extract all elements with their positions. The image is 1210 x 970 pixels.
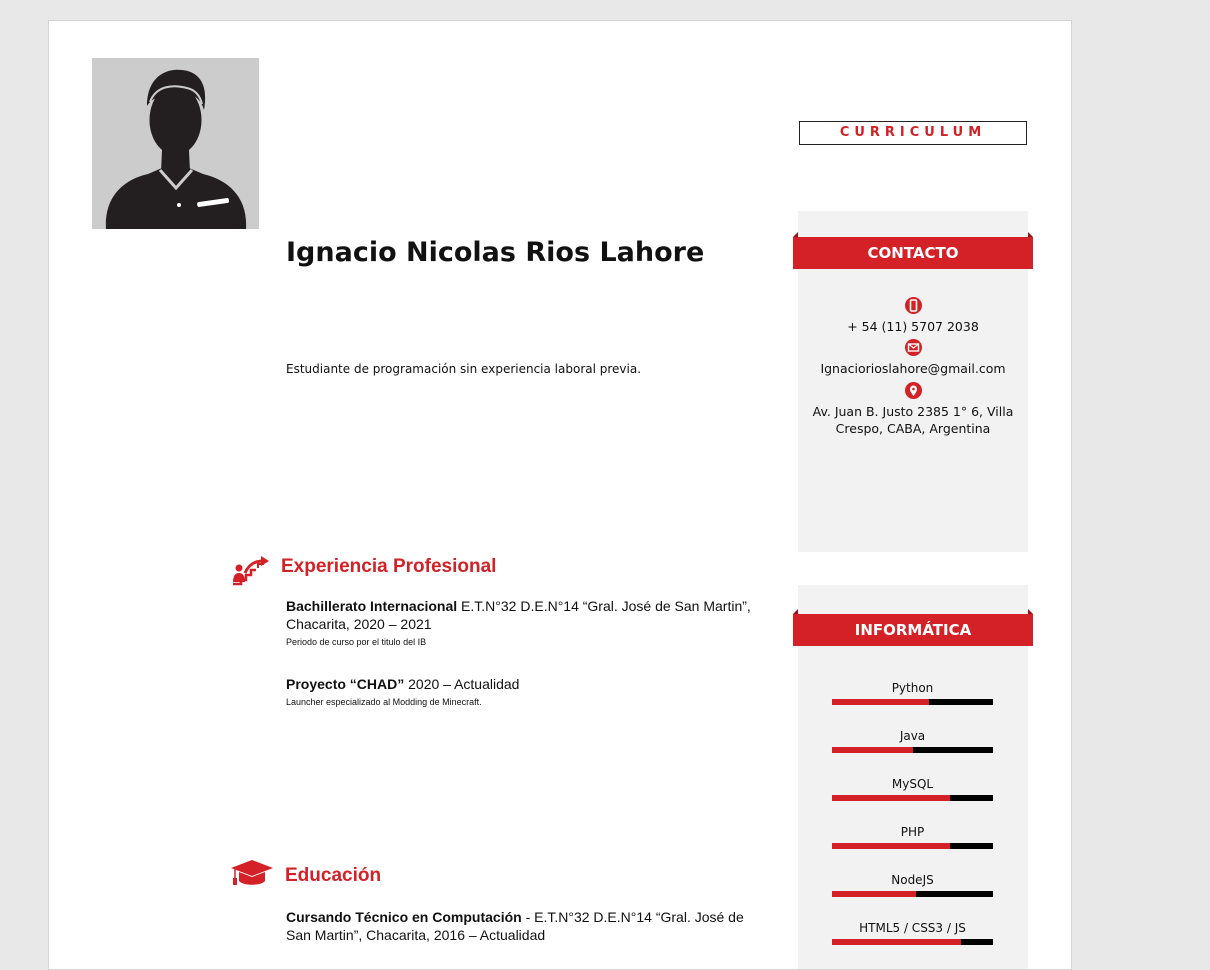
entry-title: Bachillerato Internacional xyxy=(286,598,458,614)
skill-item: MySQL xyxy=(832,775,993,801)
entry-title: Cursando Técnico en Computación xyxy=(286,909,522,925)
skill-item: Java xyxy=(832,727,993,753)
contact-email: Ignaciorioslahore@gmail.com xyxy=(798,339,1028,377)
skill-item: Python xyxy=(832,679,993,705)
phone-icon xyxy=(904,297,922,314)
skill-name: PHP xyxy=(900,825,925,839)
skill-name: MySQL xyxy=(891,777,934,791)
email-icon xyxy=(904,339,922,356)
entry-detail: 2020 – Actualidad xyxy=(404,676,520,692)
skill-item: NodeJS xyxy=(832,871,993,897)
skill-level-bar xyxy=(832,939,993,945)
entry-subtitle: Launcher especializado al Modding de Min… xyxy=(286,697,482,707)
email-address: Ignaciorioslahore@gmail.com xyxy=(820,361,1006,376)
skill-name: Python xyxy=(891,681,934,695)
phone-number: + 54 (11) 5707 2038 xyxy=(847,319,979,334)
contact-panel: CONTACTO + 54 (11) 5707 2038 Ignaciorios… xyxy=(793,211,1033,552)
skill-item: HTML5 / CSS3 / JS xyxy=(832,919,993,945)
contact-phone: + 54 (11) 5707 2038 xyxy=(798,297,1028,335)
avatar-silhouette-icon xyxy=(92,58,259,229)
skill-level-fill xyxy=(832,891,916,897)
education-entry: Cursando Técnico en Computación - E.T.N°… xyxy=(286,908,756,944)
skill-name: NodeJS xyxy=(891,873,934,887)
profile-summary: Estudiante de programación sin experienc… xyxy=(286,362,642,376)
graduation-cap-icon xyxy=(231,860,273,885)
skill-level-fill xyxy=(832,843,950,849)
skill-level-bar xyxy=(832,699,993,705)
skill-level-fill xyxy=(832,747,913,753)
skill-level-bar xyxy=(832,747,993,753)
entry-subtitle: Periodo de curso por el titulo del IB xyxy=(286,637,427,647)
education-heading: Educación xyxy=(285,865,382,886)
skill-name: Java xyxy=(899,729,926,743)
full-name: Ignacio Nicolas Rios Lahore xyxy=(286,237,705,268)
skill-level-fill xyxy=(832,795,950,801)
experience-heading: Experiencia Profesional xyxy=(281,556,497,577)
experience-entry: Proyecto “CHAD” 2020 – Actualidad Launch… xyxy=(286,675,756,708)
skill-item: PHP xyxy=(832,823,993,849)
postal-address: Av. Juan B. Justo 2385 1° 6, Villa Cresp… xyxy=(812,404,1014,436)
career-stairs-icon xyxy=(233,556,269,586)
skills-panel: INFORMÁTICA Python Java MySQL PHP NodeJS HTML… xyxy=(793,585,1033,969)
skill-level-fill xyxy=(832,699,929,705)
skill-level-bar xyxy=(832,795,993,801)
resume-page: Ignacio Nicolas Rios Lahore Estudiante d… xyxy=(48,20,1072,970)
skill-level-fill xyxy=(832,939,961,945)
location-pin-icon xyxy=(904,382,922,399)
contact-address: Av. Juan B. Justo 2385 1° 6, Villa Cresp… xyxy=(803,382,1023,437)
contact-heading: CONTACTO xyxy=(793,232,1033,269)
skill-name: HTML5 / CSS3 / JS xyxy=(859,921,966,935)
experience-entry: Bachillerato Internacional E.T.N°32 D.E.… xyxy=(286,597,756,648)
skill-level-bar xyxy=(832,891,993,897)
profile-photo xyxy=(92,58,259,229)
entry-title: Proyecto “CHAD” xyxy=(286,676,405,692)
skill-level-bar xyxy=(832,843,993,849)
curriculum-title: CURRICULUM xyxy=(799,121,1027,145)
skills-heading: INFORMÁTICA xyxy=(793,609,1033,646)
